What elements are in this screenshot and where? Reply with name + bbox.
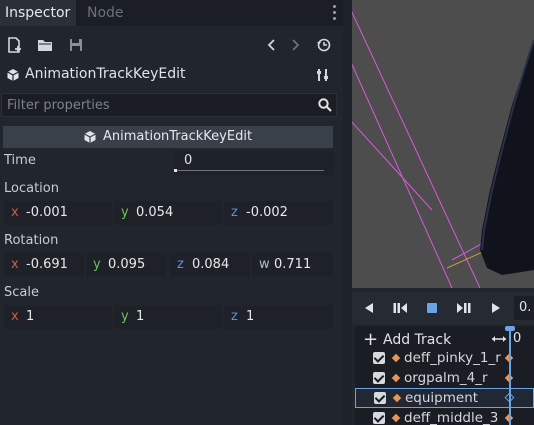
axis-x-label: x [11, 205, 19, 220]
play-backwards-from-end-icon[interactable] [392, 300, 408, 316]
section-header[interactable]: AnimationTrackKeyEdit [3, 126, 333, 148]
rotation-y-field[interactable]: y 0.095 [86, 253, 166, 277]
location-y-value: 0.054 [136, 205, 174, 220]
axis-x-label: x [11, 257, 19, 272]
filter-properties-input[interactable] [2, 94, 302, 116]
axis-y-label: y [121, 205, 129, 220]
location-x-value: -0.001 [26, 205, 68, 220]
rotation-z-value: 0.084 [192, 257, 230, 272]
axis-z-label: z [231, 205, 238, 220]
location-x-field[interactable]: x -0.001 [4, 201, 112, 225]
animation-playback-bar: 0. [352, 292, 534, 324]
rotation-z-field[interactable]: z 0.084 [170, 253, 250, 277]
time-spinslider[interactable]: 0 [174, 151, 334, 175]
track-row[interactable]: orgpalm_4_r [355, 368, 534, 388]
time-label: Time [4, 153, 36, 168]
location-z-value: -0.002 [246, 205, 288, 220]
tab-inspector[interactable]: Inspector [0, 0, 76, 26]
rotation-w-field[interactable]: w 0.711 [252, 253, 333, 277]
time-slider-grabber[interactable] [174, 169, 177, 172]
section-title: AnimationTrackKeyEdit [103, 129, 253, 144]
track-enabled-checkbox[interactable] [373, 352, 385, 364]
track-enabled-checkbox[interactable] [374, 392, 386, 404]
history-back-icon[interactable] [263, 36, 281, 54]
rotation-label: Rotation [4, 233, 59, 248]
axis-z-label: z [231, 309, 238, 324]
animation-time-value: 0. [519, 300, 532, 315]
axis-w-label: w [259, 257, 270, 272]
inspector-panel: Inspector Node AnimationTrackKeyEdit Fil… [0, 0, 343, 425]
scale-z-field[interactable]: z 1 [224, 305, 333, 329]
animation-panel: 0. + Add Track 0 deff_pinky_1_r orgpalm_… [352, 288, 534, 425]
play-backwards-icon[interactable] [361, 300, 377, 316]
axis-y-label: y [121, 309, 129, 324]
3d-viewport[interactable] [352, 0, 534, 288]
scale-x-value: 1 [26, 309, 35, 324]
cube-icon [84, 131, 96, 143]
object-history-icon[interactable] [315, 36, 333, 54]
object-tools-icon[interactable] [315, 67, 331, 83]
dock-menu-icon[interactable] [329, 5, 339, 21]
history-forward-icon[interactable] [286, 36, 304, 54]
scale-z-value: 1 [246, 309, 255, 324]
track-row-selected[interactable]: equipment [355, 388, 534, 408]
animation-time-field[interactable]: 0. [514, 296, 534, 320]
location-z-field[interactable]: z -0.002 [224, 201, 333, 225]
track-enabled-checkbox[interactable] [373, 412, 385, 424]
plus-icon: + [363, 329, 379, 350]
axis-y-label: y [93, 257, 101, 272]
scale-y-field[interactable]: y 1 [114, 305, 222, 329]
rotation-w-value: 0.711 [274, 257, 312, 272]
track-type-icon [391, 413, 401, 423]
track-row[interactable]: deff_pinky_1_r [355, 348, 534, 368]
viewport-scene [352, 11, 534, 288]
track-type-icon [391, 353, 401, 363]
track-row[interactable]: deff_middle_3 [355, 408, 534, 425]
add-track-label: Add Track [383, 332, 452, 348]
track-enabled-checkbox[interactable] [373, 372, 385, 384]
cube-icon [7, 69, 19, 81]
dock-tabs: Inspector Node [0, 0, 343, 26]
track-name: deff_middle_3 [404, 410, 499, 425]
location-y-field[interactable]: y 0.054 [114, 201, 222, 225]
playhead-line[interactable] [509, 328, 511, 425]
dock-split-divider[interactable] [343, 0, 352, 425]
axis-x-label: x [11, 309, 19, 324]
scale-label: Scale [4, 285, 39, 300]
open-folder-icon[interactable] [36, 36, 54, 54]
track-type-icon [392, 393, 402, 403]
track-type-icon [391, 373, 401, 383]
scale-x-field[interactable]: x 1 [4, 305, 112, 329]
filter-properties-field [1, 93, 337, 117]
play-icon[interactable] [488, 300, 504, 316]
track-name: equipment [405, 390, 479, 406]
rotation-x-field[interactable]: x -0.691 [4, 253, 84, 277]
timeline-length-value: 0 [513, 331, 522, 346]
inspector-toolbar [0, 32, 343, 58]
axis-z-label: z [177, 257, 184, 272]
rotation-y-value: 0.095 [108, 257, 146, 272]
location-label: Location [4, 181, 59, 196]
time-value: 0 [184, 153, 193, 168]
tab-node[interactable]: Node [82, 0, 129, 26]
track-name: orgpalm_4_r [404, 370, 488, 386]
time-slider-track [174, 170, 324, 171]
stop-icon[interactable] [424, 300, 440, 316]
track-name: deff_pinky_1_r [404, 350, 501, 366]
timeline-zoom-icon[interactable] [491, 332, 507, 346]
search-icon [318, 98, 332, 112]
rotation-x-value: -0.691 [26, 257, 68, 272]
play-from-start-icon[interactable] [456, 300, 472, 316]
scale-y-value: 1 [136, 309, 145, 324]
edited-object-row[interactable]: AnimationTrackKeyEdit [0, 62, 343, 88]
save-icon[interactable] [67, 36, 85, 54]
new-resource-icon[interactable] [6, 36, 24, 54]
track-editor[interactable]: + Add Track 0 deff_pinky_1_r orgpalm_4_r… [355, 326, 534, 425]
edited-object-name: AnimationTrackKeyEdit [25, 66, 186, 82]
